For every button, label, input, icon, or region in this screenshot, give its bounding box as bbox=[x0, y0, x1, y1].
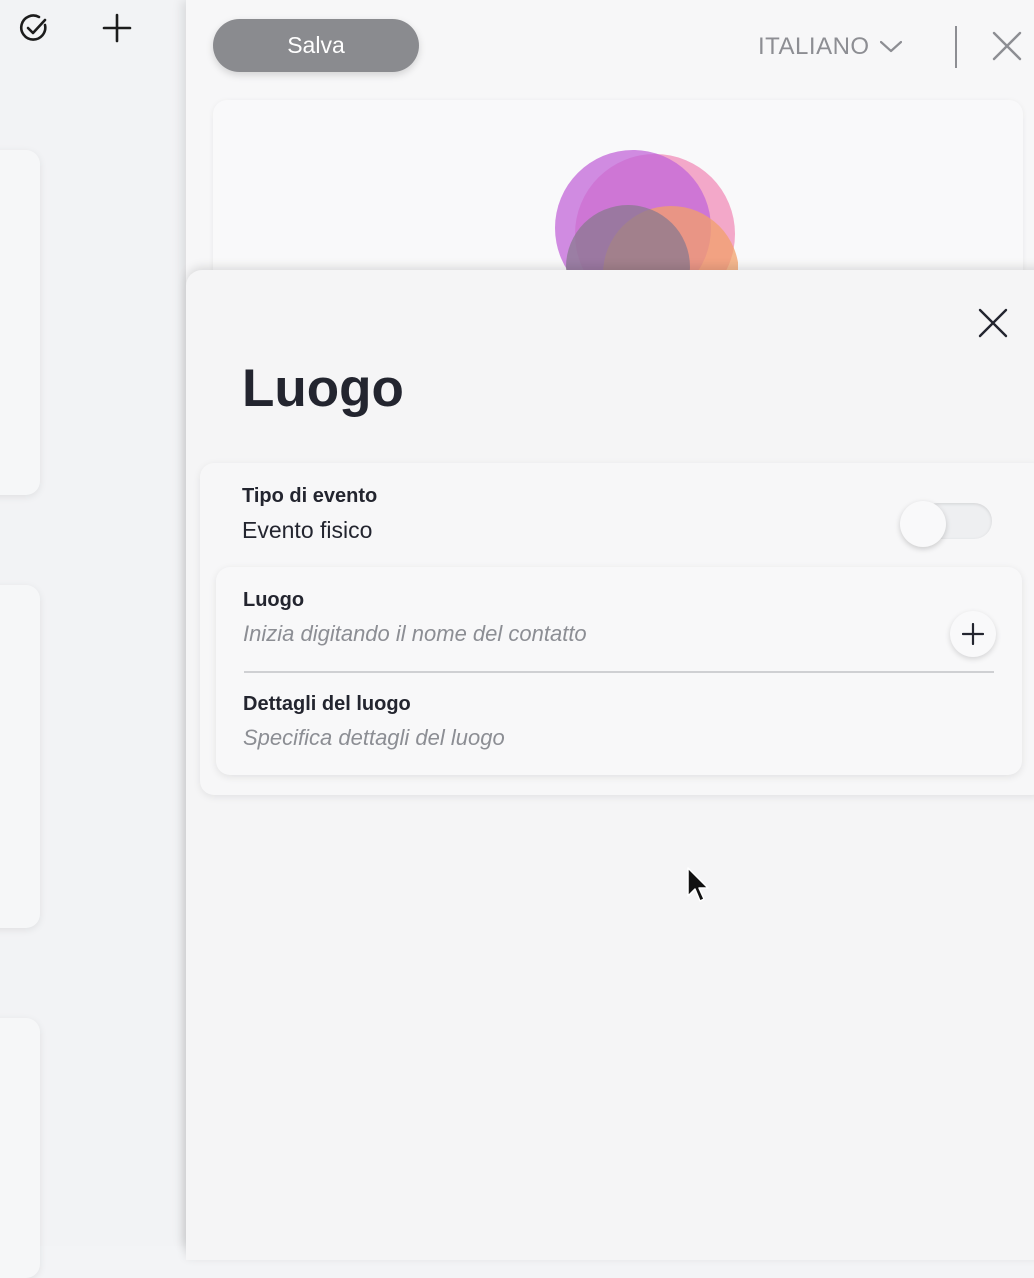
toolbar-divider bbox=[955, 26, 957, 68]
sheet-title: Luogo bbox=[242, 359, 404, 418]
location-form-group: Tipo di evento Evento fisico Luogo Inizi… bbox=[200, 463, 1034, 795]
field-divider bbox=[244, 671, 994, 673]
left-panel bbox=[0, 0, 186, 1278]
plus-icon bbox=[962, 623, 984, 645]
save-button[interactable]: Salva bbox=[213, 19, 419, 72]
mouse-cursor-icon bbox=[687, 867, 709, 902]
close-icon[interactable] bbox=[991, 30, 1023, 62]
location-input[interactable]: Inizia digitando il nome del contatto bbox=[243, 621, 587, 647]
background-card bbox=[0, 150, 40, 495]
plus-icon[interactable] bbox=[101, 12, 133, 44]
location-sheet: Luogo Tipo di evento Evento fisico Luogo… bbox=[186, 270, 1034, 1260]
background-card bbox=[0, 585, 40, 928]
location-fields-card: Luogo Inizia digitando il nome del conta… bbox=[216, 567, 1022, 775]
toggle-knob bbox=[900, 501, 946, 547]
background-card bbox=[0, 1018, 40, 1278]
location-details-input[interactable]: Specifica dettagli del luogo bbox=[243, 725, 505, 751]
location-label: Luogo bbox=[243, 589, 305, 611]
language-label: ITALIANO bbox=[758, 33, 870, 60]
language-selector[interactable]: ITALIANO bbox=[758, 30, 902, 64]
close-icon[interactable] bbox=[976, 306, 1010, 340]
add-location-button[interactable] bbox=[950, 611, 996, 657]
location-details-label: Dettagli del luogo bbox=[243, 693, 411, 715]
event-type-value: Evento fisico bbox=[242, 517, 373, 543]
event-type-toggle[interactable] bbox=[900, 501, 994, 547]
event-type-label: Tipo di evento bbox=[242, 485, 378, 507]
chevron-down-icon bbox=[879, 40, 902, 53]
check-circle-icon[interactable] bbox=[18, 12, 50, 44]
